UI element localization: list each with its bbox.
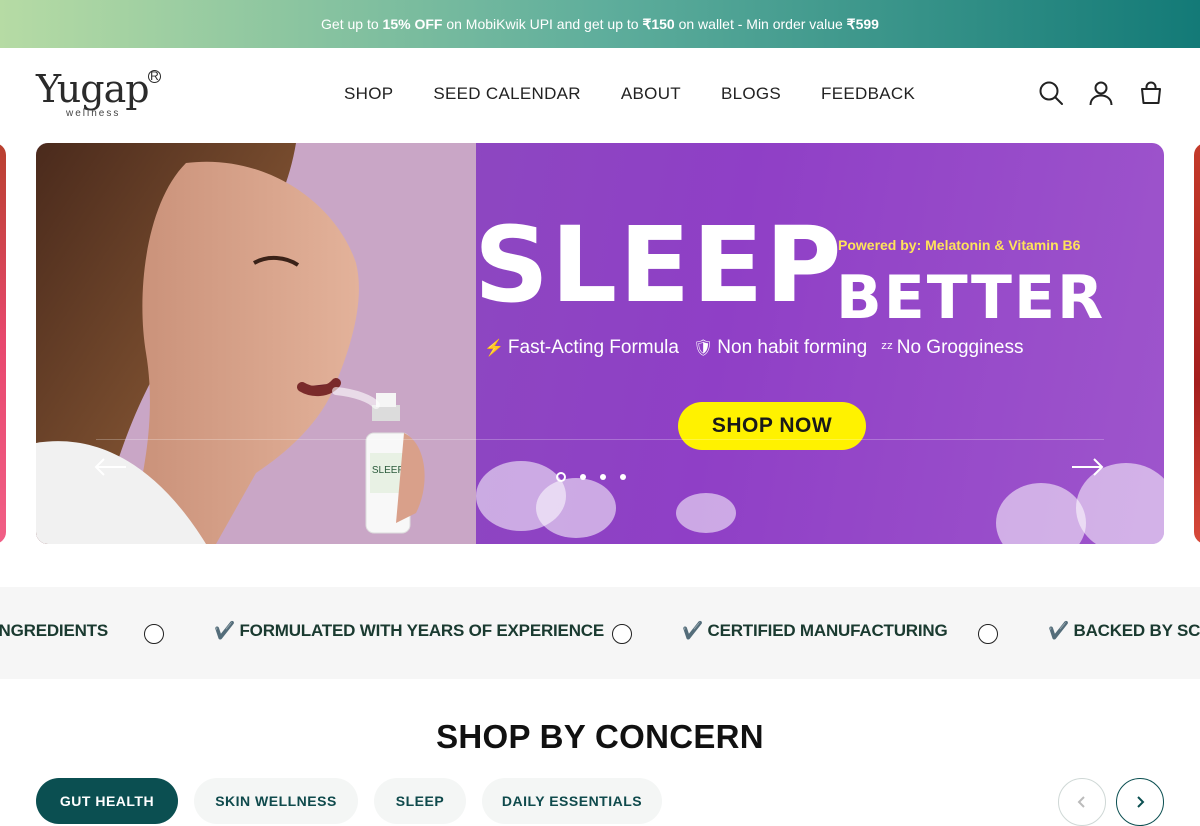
slide-indicators [556,472,626,482]
header-actions [1038,80,1164,106]
main-nav: SHOP SEED CALENDAR ABOUT BLOGS FEEDBACK [344,84,915,104]
nav-about[interactable]: ABOUT [621,84,681,104]
lightning-icon: ⚡ [484,340,504,357]
chevron-right-icon [1137,796,1145,808]
nav-seed-calendar[interactable]: SEED CALENDAR [433,84,581,104]
next-button[interactable] [1116,778,1164,826]
slide-dot-3[interactable] [600,474,606,480]
announcement-text: Get up to 15% OFF on MobiKwik UPI and ge… [321,15,879,32]
hero-headline-better: BETTER [836,263,1106,333]
prev-slide-peek[interactable] [0,143,6,544]
tab-gut-health[interactable]: GUT HEALTH [36,778,178,824]
slide-dot-1[interactable] [556,472,566,482]
prev-button[interactable] [1058,778,1106,826]
marquee-item: INGREDIENTS [0,621,108,640]
feature-non-habit: 🛡 Non habit forming [692,337,868,358]
arrow-left-icon[interactable] [94,455,128,479]
brand-logo[interactable]: Yugap R wellness [36,67,161,122]
nav-shop[interactable]: SHOP [344,84,393,104]
chevron-left-icon [1077,796,1085,808]
shop-now-button[interactable]: SHOP NOW [678,402,866,450]
hero-banner[interactable]: SLEEP SLEEP Powered by: Melatonin & Vita… [36,143,1164,544]
site-header: Yugap R wellness SHOP SEED CALENDAR ABOU… [0,48,1200,143]
hero-powered-by: Powered by: Melatonin & Vitamin B6 [838,237,1081,253]
slide-dot-2[interactable] [580,474,586,480]
logo-wordmark: Yugap [36,67,150,111]
next-slide-peek[interactable] [1194,143,1200,544]
trust-marquee: INGREDIENTS ✔️ FORMULATED WITH YEARS OF … [0,587,1200,679]
marquee-separator-icon [144,624,164,644]
nav-feedback[interactable]: FEEDBACK [821,84,915,104]
tab-skin-wellness[interactable]: SKIN WELLNESS [194,778,358,824]
slide-dot-4[interactable] [620,474,626,480]
svg-text:SLEEP: SLEEP [372,465,405,476]
shield-check-icon: 🛡 [692,340,714,357]
marquee-item: ✔️ BACKED BY SCIE [1048,621,1200,640]
hero-model-image: SLEEP [36,143,476,544]
feature-fast-acting: ⚡ Fast-Acting Formula [484,337,679,358]
hero-feature-list: ⚡ Fast-Acting Formula 🛡 Non habit forming … [484,337,1023,359]
hero-headline-sleep: SLEEP [474,204,844,326]
hero-divider [96,439,1104,440]
section-title: SHOP BY CONCERN [436,718,764,755]
marquee-separator-icon [612,624,632,644]
tab-sleep[interactable]: SLEEP [374,778,466,824]
logo-tagline: wellness [66,108,121,119]
search-icon[interactable] [1038,80,1064,106]
feature-no-grogginess: ᶻᶻ No Grogginess [881,337,1024,358]
announcement-bar: Get up to 15% OFF on MobiKwik UPI and ge… [0,0,1200,48]
cart-icon[interactable] [1138,80,1164,106]
marquee-item: ✔️ FORMULATED WITH YEARS OF EXPERIENCE [214,621,604,640]
tab-daily-essentials[interactable]: DAILY ESSENTIALS [482,778,662,824]
registered-mark: R [148,70,161,83]
zzz-icon: ᶻᶻ [881,340,893,357]
arrow-right-icon[interactable] [1070,455,1104,479]
marquee-separator-icon [978,624,998,644]
marquee-item: ✔️ CERTIFIED MANUFACTURING [682,621,948,640]
nav-blogs[interactable]: BLOGS [721,84,781,104]
account-icon[interactable] [1088,80,1114,106]
